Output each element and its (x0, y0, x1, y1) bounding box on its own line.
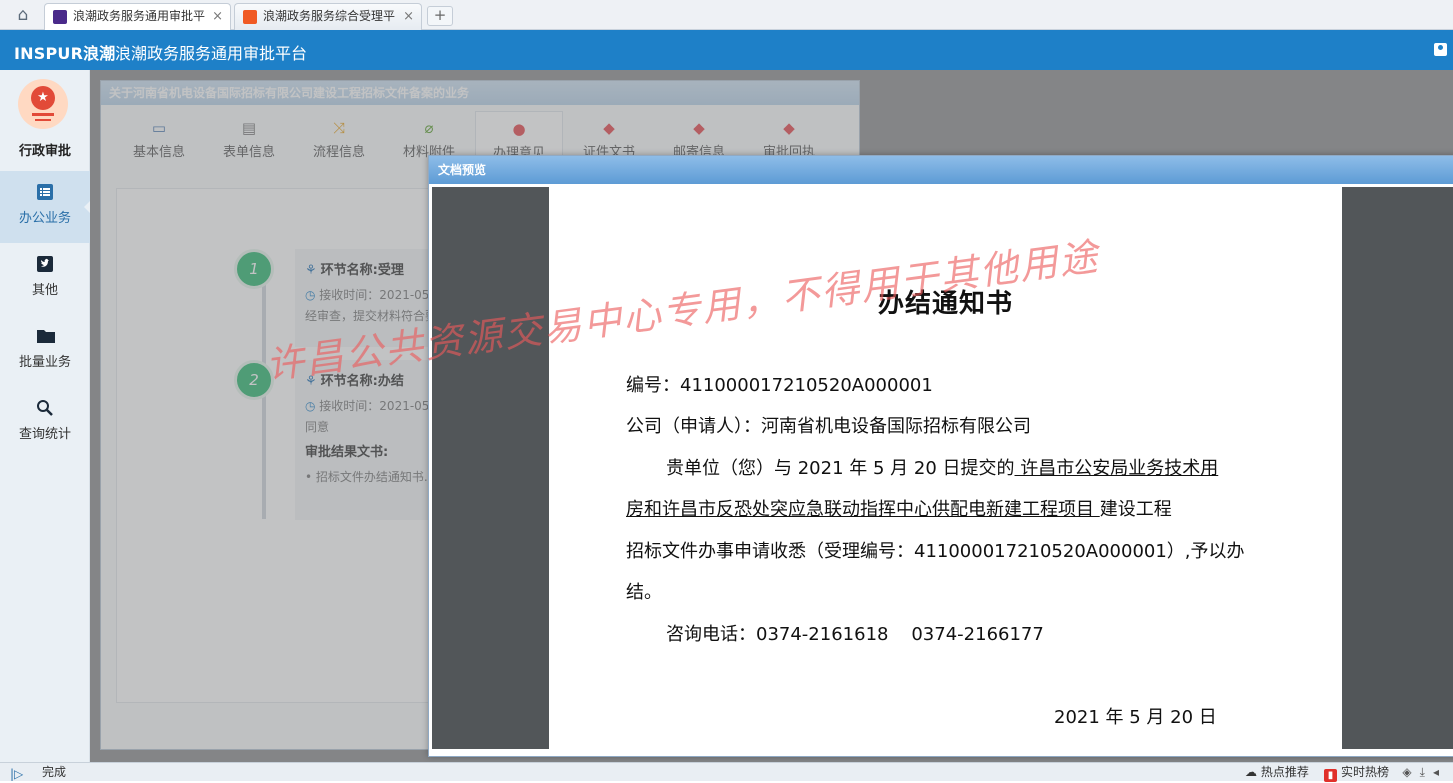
inspur-favicon-icon (53, 10, 67, 24)
document-date: 2021 年 5 月 20 日 (1054, 707, 1217, 728)
hot-rank[interactable]: ▮ 实时热榜 (1324, 763, 1389, 782)
sidebar-item-office[interactable]: 办公业务 (0, 171, 90, 243)
body-text: 贵单位（您）与 2021 年 5 月 20 日提交的 (666, 458, 1015, 479)
hot-recommend-label: 热点推荐 (1260, 765, 1309, 779)
pdf-viewer[interactable]: 办结通知书 编号：411000017210520A000001 公司（申请人）：… (432, 187, 1453, 749)
folder-icon (36, 327, 55, 345)
document-number: 编号：411000017210520A000001 (626, 375, 933, 396)
body-text: 建设工程 (1099, 499, 1172, 520)
emblem-icon: ★ (18, 79, 68, 129)
close-tab-icon[interactable]: × (403, 4, 414, 29)
document-body-line4: 结。 (626, 582, 662, 603)
document-applicant: 公司（申请人）：河南省机电设备国际招标有限公司 (626, 416, 1031, 437)
document-body-line2: 房和许昌市反恐处突应急联动指挥中心供配电新建工程项目 建设工程 (626, 495, 1172, 521)
project-name: 房和许昌市反恐处突应急联动指挥中心供配电新建工程项目 (626, 499, 1100, 520)
document-title: 办结通知书 (877, 289, 1013, 319)
list-icon (36, 183, 54, 201)
sidebar-item-label: 批量业务 (18, 355, 71, 370)
sidebar-item-label: 查询统计 (18, 427, 71, 442)
sidebar-item-batch[interactable]: 批量业务 (0, 315, 90, 387)
rank-icon: ▮ (1324, 769, 1337, 782)
sidebar: ★ 行政审批 办公业务 其他 批量业务 查询统计 (0, 70, 90, 762)
browser-tab-title: 浪潮政务服务通用审批平 (73, 9, 206, 23)
cloud-icon: ☁ (1245, 765, 1261, 779)
hot-recommend[interactable]: ☁ 热点推荐 (1245, 763, 1309, 781)
document-body-line3: 招标文件办事申请收悉（受理编号：411000017210520A000001）,… (626, 541, 1245, 562)
shield-icon[interactable]: ◈ (1402, 765, 1419, 779)
sidebar-item-label: 其他 (31, 283, 58, 298)
status-bar: |▷ 完成 ☁ 热点推荐 ▮ 实时热榜 ◈⤓◂ (0, 762, 1453, 783)
document-preview-dialog: 文档预览 办结通知书 编号：411000017210520A000001 公司（… (428, 155, 1453, 757)
twitter-icon (36, 255, 54, 273)
sidebar-item-query[interactable]: 查询统计 (0, 387, 90, 459)
status-tools: ◈⤓◂ (1402, 763, 1447, 781)
document-phone: 咨询电话：0374-2161618 0374-2166177 (666, 624, 1044, 645)
document-page: 办结通知书 编号：411000017210520A000001 公司（申请人）：… (549, 187, 1342, 749)
home-icon[interactable]: ⌂ (12, 5, 34, 25)
document-body-line1: 贵单位（您）与 2021 年 5 月 20 日提交的 许昌市公安局业务技术用 (666, 454, 1218, 480)
app-header: INSPUR浪潮 浪潮政务服务通用审批平台 (0, 30, 1453, 70)
status-text: 完成 (42, 765, 67, 779)
cloud-favicon-icon (243, 10, 257, 24)
browser-tab-title: 浪潮政务服务综合受理平 (263, 9, 396, 23)
search-icon (36, 399, 54, 417)
download-icon[interactable]: ⤓ (1420, 765, 1433, 779)
system-title: 浪潮政务服务通用审批平台 (115, 44, 308, 63)
new-tab-button[interactable]: + (427, 6, 453, 26)
browser-tab-bar: ⌂ 浪潮政务服务通用审批平 × 浪潮政务服务综合受理平 × + (0, 0, 1453, 30)
browser-tab-acceptance[interactable]: 浪潮政务服务综合受理平 × (234, 3, 422, 30)
project-name: 许昌市公安局业务技术用 (1014, 458, 1219, 479)
browser-tab-approval[interactable]: 浪潮政务服务通用审批平 × (44, 3, 231, 30)
play-icon[interactable]: |▷ (10, 765, 23, 783)
close-tab-icon[interactable]: × (212, 4, 223, 29)
volume-icon[interactable]: ◂ (1433, 765, 1447, 779)
sidebar-section-title: 行政审批 (18, 144, 71, 159)
sidebar-item-label: 办公业务 (18, 211, 71, 226)
dialog-title[interactable]: 文档预览 (429, 156, 1453, 184)
sidebar-item-other[interactable]: 其他 (0, 243, 90, 315)
hot-rank-label: 实时热榜 (1341, 765, 1390, 779)
user-icon[interactable] (1434, 43, 1447, 56)
brand-logo: INSPUR浪潮 (14, 44, 116, 63)
